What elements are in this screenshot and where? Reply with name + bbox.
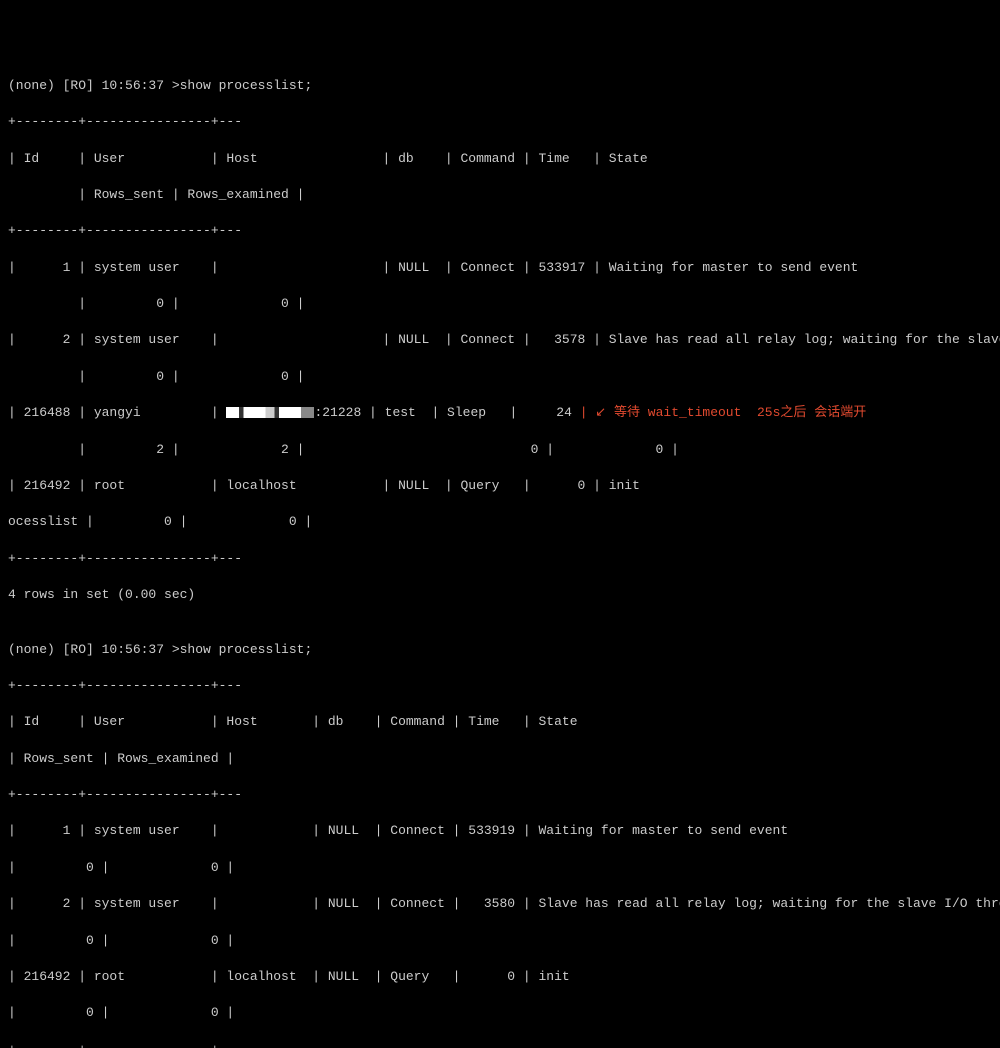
q1-row3: | 216488 | yangyi | :21228 | test | Slee… — [8, 405, 1000, 420]
header-1-line2: | Rows_sent | Rows_examined | — [8, 187, 304, 202]
q1-row4-cont: ocesslist | 0 | 0 | — [8, 514, 312, 529]
q1-row1-cont: | 0 | 0 | — [8, 296, 304, 311]
redacted-host — [226, 407, 314, 418]
separator-mid-2: +--------+----------------+--- — [8, 787, 242, 802]
separator-bot-2: +--------+----------------+--- — [8, 1042, 242, 1048]
q2-row2-cont: | 0 | 0 | — [8, 933, 234, 948]
separator-top-2: +--------+----------------+--- — [8, 678, 242, 693]
q1-row1: | 1 | system user | | NULL | Connect | 5… — [8, 260, 1000, 275]
q1-row4: | 216492 | root | localhost | NULL | Que… — [8, 478, 1000, 493]
prompt-line-1: (none) [RO] 10:56:37 >show processlist; — [8, 78, 312, 93]
q1-row3-cont: | 2 | 2 | 0 | 0 | — [8, 442, 679, 457]
q2-row1-cont: | 0 | 0 | — [8, 860, 234, 875]
prompt-line-2: (none) [RO] 10:56:37 >show processlist; — [8, 642, 312, 657]
q2-row2: | 2 | system user | | NULL | Connect | 3… — [8, 896, 1000, 911]
separator-mid-1: +--------+----------------+--- — [8, 223, 242, 238]
q1-row2-cont: | 0 | 0 | — [8, 369, 304, 384]
header-2-line2: | Rows_sent | Rows_examined | — [8, 751, 234, 766]
header-1-line1: | Id | User | Host | db | Command | Time… — [8, 151, 1000, 166]
q1-footer: 4 rows in set (0.00 sec) — [8, 587, 195, 602]
q2-row1: | 1 | system user | | NULL | Connect | 5… — [8, 823, 1000, 838]
separator-top-1: +--------+----------------+--- — [8, 114, 242, 129]
header-2-line1: | Id | User | Host | db | Command | Time… — [8, 714, 1000, 729]
q2-row3-cont: | 0 | 0 | — [8, 1005, 234, 1020]
q1-row2: | 2 | system user | | NULL | Connect | 3… — [8, 332, 1000, 347]
wait-timeout-annotation: | ↙ 等待 wait_timeout 25s之后 会话端开 — [580, 405, 1000, 420]
separator-bot-1: +--------+----------------+--- — [8, 551, 242, 566]
q2-row3: | 216492 | root | localhost | NULL | Que… — [8, 969, 1000, 984]
